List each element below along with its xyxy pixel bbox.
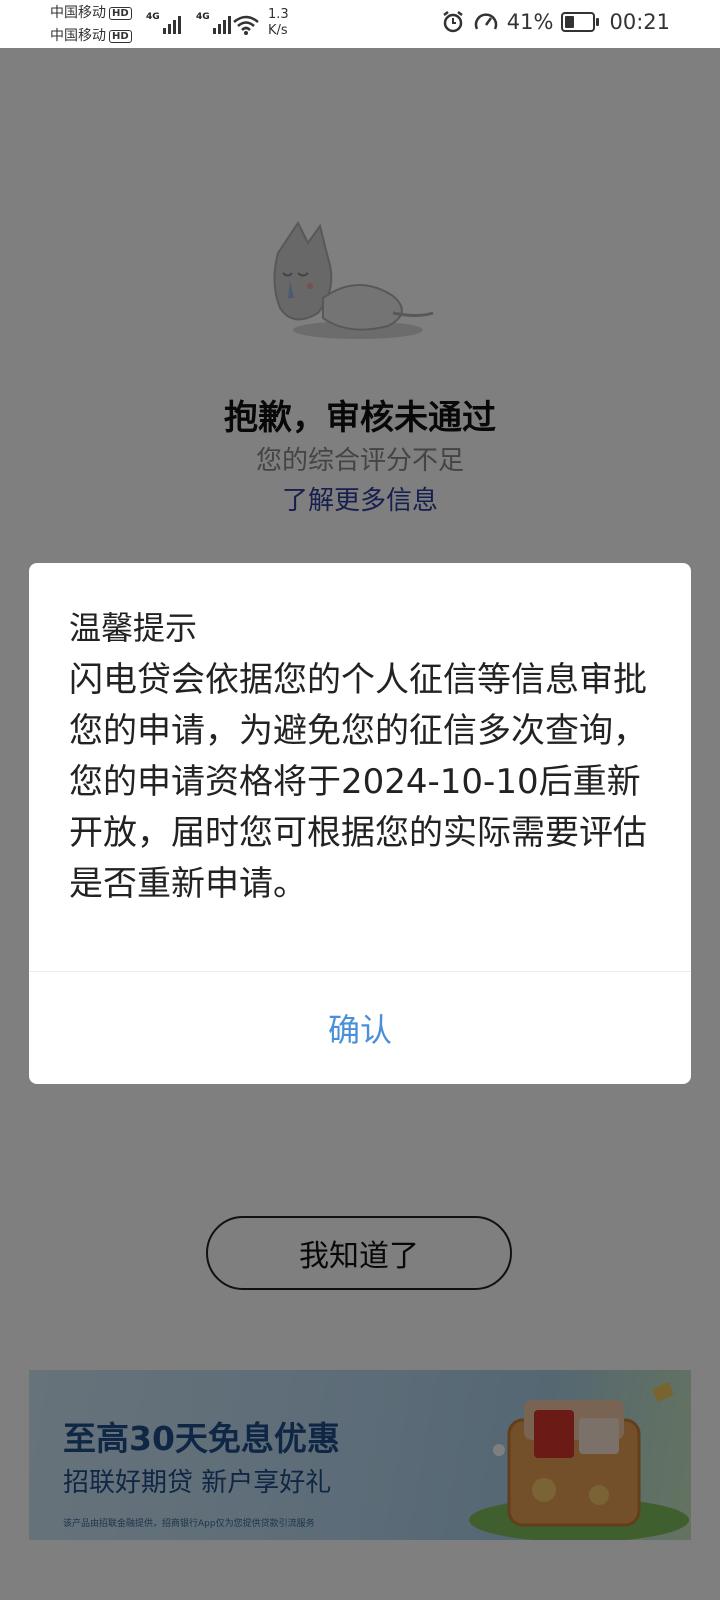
alarm-icon <box>443 11 463 33</box>
carrier-1-label: 中国移动 <box>50 5 106 21</box>
speed-icon <box>474 13 498 30</box>
net-speed-unit: K/s <box>268 23 288 38</box>
clock: 00:21 <box>609 10 670 34</box>
net-type-label-1: 4G <box>146 12 160 22</box>
confirm-button[interactable]: 确认 <box>29 972 691 1084</box>
signal-icon: 4G <box>196 12 231 34</box>
status-bar: 中国移动 HD 中国移动 HD 4G 4G 1.3 K/s 41% 00:21 <box>0 0 720 48</box>
wifi-icon <box>233 15 259 35</box>
battery-percent: 41% <box>506 10 554 34</box>
signal-icon: 4G <box>146 12 181 34</box>
net-speed: 1.3 K/s <box>268 7 289 39</box>
hd-badge-1: HD <box>109 7 132 20</box>
carrier-2-label: 中国移动 <box>50 28 106 44</box>
net-speed-value: 1.3 <box>268 7 289 22</box>
hd-badge-2: HD <box>109 30 132 43</box>
dialog-title: 温馨提示 <box>69 609 198 647</box>
net-type-label-2: 4G <box>196 12 210 22</box>
battery-icon <box>561 12 600 32</box>
carrier-1: 中国移动 HD <box>50 5 132 21</box>
carrier-2: 中国移动 HD <box>50 28 132 44</box>
notice-dialog: 温馨提示 闪电贷会依据您的个人征信等信息审批您的申请，为避免您的征信多次查询，您… <box>29 563 691 1084</box>
dialog-body: 闪电贷会依据您的个人征信等信息审批您的申请，为避免您的征信多次查询，您的申请资格… <box>69 660 647 904</box>
status-right: 41% 00:21 <box>441 10 670 34</box>
